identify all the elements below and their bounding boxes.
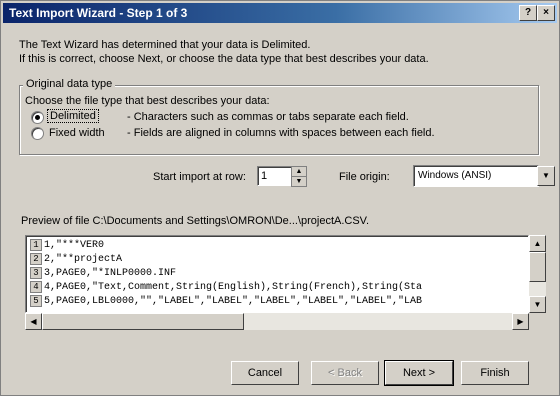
scroll-left-icon[interactable]: ◀ [25, 313, 42, 330]
file-origin-select[interactable]: Windows (ANSI) [413, 165, 539, 187]
horizontal-scroll-thumb[interactable] [42, 313, 244, 330]
fixed-width-radio[interactable] [31, 127, 44, 140]
close-button[interactable]: × [537, 5, 555, 21]
preview-row: 5 5,PAGE0,LBL0000,"","LABEL","LABEL","LAB… [30, 295, 422, 309]
intro-line-1: The Text Wizard has determined that your… [19, 39, 311, 51]
preview-row: 2 2,"**projectA [30, 253, 122, 267]
start-row-label: Start import at row: [153, 171, 246, 183]
scroll-down-icon[interactable]: ▼ [529, 296, 546, 313]
start-row-input[interactable]: 1 [257, 166, 292, 186]
spin-down-icon[interactable]: ▼ [292, 177, 306, 186]
scroll-up-icon[interactable]: ▲ [529, 235, 546, 252]
start-row-spinner[interactable]: ▲ ▼ [291, 166, 307, 187]
cancel-button[interactable]: Cancel [231, 361, 299, 385]
preview-label: Preview of file C:\Documents and Setting… [21, 215, 370, 227]
preview-row: 3 3,PAGE0,"*INLP0000.INF [30, 267, 176, 281]
file-type-prompt: Choose the file type that best describes… [25, 95, 270, 107]
fixed-width-label[interactable]: Fixed width [49, 127, 105, 139]
preview-row: 4 4,PAGE0,"Text,Comment,String(English),S… [30, 281, 422, 295]
file-origin-label: File origin: [339, 171, 390, 183]
delimited-description: - Characters such as commas or tabs sepa… [127, 111, 409, 123]
delimited-label[interactable]: Delimited [47, 109, 99, 123]
spin-up-icon[interactable]: ▲ [292, 167, 306, 177]
title-bar[interactable]: Text Import Wizard - Step 1 of 3 ? × [3, 3, 557, 23]
delimited-radio[interactable] [31, 111, 44, 124]
scroll-right-icon[interactable]: ▶ [512, 313, 529, 330]
help-button[interactable]: ? [519, 5, 537, 21]
horizontal-scrollbar[interactable]: ◀ ▶ [25, 313, 529, 330]
original-data-type-legend: Original data type [23, 78, 116, 90]
vertical-scrollbar[interactable]: ▲ ▼ [529, 235, 546, 313]
window-title: Text Import Wizard - Step 1 of 3 [9, 6, 188, 20]
intro-line-2: If this is correct, choose Next, or choo… [19, 53, 429, 65]
preview-row: 1 1,"***VER0 [30, 239, 104, 253]
finish-button[interactable]: Finish [461, 361, 529, 385]
preview-pane[interactable]: 1 1,"***VER0 2 2,"**projectA 3 3,PAGE0,"*IN… [25, 235, 529, 313]
next-button[interactable]: Next > [384, 360, 454, 386]
text-import-wizard-dialog: Text Import Wizard - Step 1 of 3 ? × The… [0, 0, 560, 396]
back-button[interactable]: < Back [311, 361, 379, 385]
chevron-down-icon[interactable]: ▼ [537, 166, 555, 186]
vertical-scroll-thumb[interactable] [529, 252, 546, 282]
fixed-width-description: - Fields are aligned in columns with spa… [127, 127, 435, 139]
